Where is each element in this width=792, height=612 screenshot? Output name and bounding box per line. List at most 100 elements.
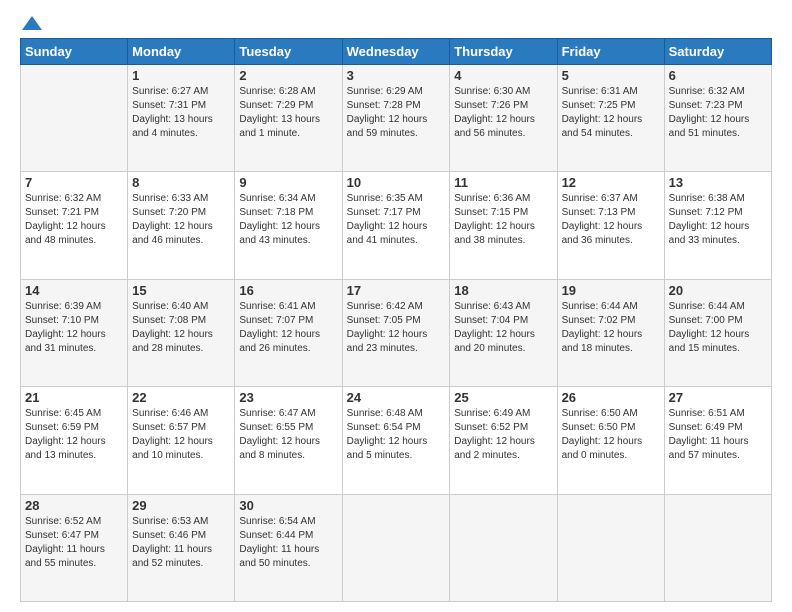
day-number: 14 bbox=[25, 283, 123, 298]
week-row-4: 28Sunrise: 6:52 AMSunset: 6:47 PMDayligh… bbox=[21, 494, 772, 601]
day-number: 5 bbox=[562, 68, 660, 83]
day-number: 6 bbox=[669, 68, 767, 83]
calendar-cell: 17 Sunrise: 6:42 AMSunset: 7:05 PMDayligh… bbox=[342, 279, 450, 386]
calendar-cell: 14 Sunrise: 6:39 AMSunset: 7:10 PMDayligh… bbox=[21, 279, 128, 386]
page: SundayMondayTuesdayWednesdayThursdayFrid… bbox=[0, 0, 792, 612]
calendar-cell: 28Sunrise: 6:52 AMSunset: 6:47 PMDayligh… bbox=[21, 494, 128, 601]
calendar-cell: 4Sunrise: 6:30 AMSunset: 7:26 PMDaylight… bbox=[450, 65, 557, 172]
day-number: 20 bbox=[669, 283, 767, 298]
day-info: Sunrise: 6:44 AMSunset: 7:02 PMDaylight:… bbox=[562, 300, 660, 356]
day-number: 22 bbox=[132, 390, 230, 405]
day-of-week-thursday: Thursday bbox=[450, 39, 557, 65]
week-row-1: 7 Sunrise: 6:32 AMSunset: 7:21 PMDaylight… bbox=[21, 172, 772, 279]
day-number: 25 bbox=[454, 390, 552, 405]
day-of-week-monday: Monday bbox=[128, 39, 235, 65]
week-row-0: 1 Sunrise: 6:27 AMSunset: 7:31 PMDaylight… bbox=[21, 65, 772, 172]
day-info: Sunrise: 6:54 AMSunset: 6:44 PMDaylight:… bbox=[239, 515, 337, 571]
day-of-week-saturday: Saturday bbox=[664, 39, 771, 65]
calendar-cell: 15 Sunrise: 6:40 AMSunset: 7:08 PMDayligh… bbox=[128, 279, 235, 386]
day-number: 16 bbox=[239, 283, 337, 298]
calendar-cell: 26 Sunrise: 6:50 AMSunset: 6:50 PMDayligh… bbox=[557, 387, 664, 494]
day-number: 9 bbox=[239, 175, 337, 190]
day-of-week-tuesday: Tuesday bbox=[235, 39, 342, 65]
calendar-cell: 12Sunrise: 6:37 AMSunset: 7:13 PMDayligh… bbox=[557, 172, 664, 279]
header bbox=[20, 16, 772, 30]
day-info: Sunrise: 6:38 AMSunset: 7:12 PMDaylight:… bbox=[669, 192, 767, 248]
calendar-cell: 22 Sunrise: 6:46 AMSunset: 6:57 PMDayligh… bbox=[128, 387, 235, 494]
logo bbox=[20, 16, 42, 30]
calendar-cell bbox=[21, 65, 128, 172]
day-number: 13 bbox=[669, 175, 767, 190]
day-info: Sunrise: 6:45 AMSunset: 6:59 PMDaylight:… bbox=[25, 407, 123, 463]
day-info: Sunrise: 6:34 AMSunset: 7:18 PMDaylight:… bbox=[239, 192, 337, 248]
day-info: Sunrise: 6:36 AMSunset: 7:15 PMDaylight:… bbox=[454, 192, 552, 248]
calendar-cell: 1 Sunrise: 6:27 AMSunset: 7:31 PMDaylight… bbox=[128, 65, 235, 172]
calendar: SundayMondayTuesdayWednesdayThursdayFrid… bbox=[20, 38, 772, 602]
week-row-2: 14 Sunrise: 6:39 AMSunset: 7:10 PMDayligh… bbox=[21, 279, 772, 386]
calendar-cell: 10 Sunrise: 6:35 AMSunset: 7:17 PMDayligh… bbox=[342, 172, 450, 279]
calendar-cell: 13 Sunrise: 6:38 AMSunset: 7:12 PMDayligh… bbox=[664, 172, 771, 279]
calendar-cell: 19 Sunrise: 6:44 AMSunset: 7:02 PMDayligh… bbox=[557, 279, 664, 386]
day-info: Sunrise: 6:28 AMSunset: 7:29 PMDaylight:… bbox=[239, 85, 337, 141]
calendar-cell: 2 Sunrise: 6:28 AMSunset: 7:29 PMDaylight… bbox=[235, 65, 342, 172]
header-row: SundayMondayTuesdayWednesdayThursdayFrid… bbox=[21, 39, 772, 65]
calendar-cell bbox=[450, 494, 557, 601]
day-info: Sunrise: 6:43 AMSunset: 7:04 PMDaylight:… bbox=[454, 300, 552, 356]
day-number: 11 bbox=[454, 175, 552, 190]
day-number: 1 bbox=[132, 68, 230, 83]
day-number: 8 bbox=[132, 175, 230, 190]
calendar-cell: 20 Sunrise: 6:44 AMSunset: 7:00 PMDayligh… bbox=[664, 279, 771, 386]
day-info: Sunrise: 6:27 AMSunset: 7:31 PMDaylight:… bbox=[132, 85, 230, 141]
day-number: 28 bbox=[25, 498, 123, 513]
day-number: 26 bbox=[562, 390, 660, 405]
day-info: Sunrise: 6:50 AMSunset: 6:50 PMDaylight:… bbox=[562, 407, 660, 463]
day-number: 12 bbox=[562, 175, 660, 190]
day-info: Sunrise: 6:51 AMSunset: 6:49 PMDaylight:… bbox=[669, 407, 767, 463]
logo-icon bbox=[22, 16, 42, 30]
day-of-week-wednesday: Wednesday bbox=[342, 39, 450, 65]
calendar-cell: 8Sunrise: 6:33 AMSunset: 7:20 PMDaylight… bbox=[128, 172, 235, 279]
day-number: 2 bbox=[239, 68, 337, 83]
day-info: Sunrise: 6:39 AMSunset: 7:10 PMDaylight:… bbox=[25, 300, 123, 356]
calendar-cell: 5 Sunrise: 6:31 AMSunset: 7:25 PMDaylight… bbox=[557, 65, 664, 172]
day-number: 24 bbox=[347, 390, 446, 405]
calendar-cell: 24 Sunrise: 6:48 AMSunset: 6:54 PMDayligh… bbox=[342, 387, 450, 494]
day-number: 23 bbox=[239, 390, 337, 405]
day-number: 19 bbox=[562, 283, 660, 298]
day-info: Sunrise: 6:32 AMSunset: 7:21 PMDaylight:… bbox=[25, 192, 123, 248]
day-number: 15 bbox=[132, 283, 230, 298]
day-info: Sunrise: 6:42 AMSunset: 7:05 PMDaylight:… bbox=[347, 300, 446, 356]
day-info: Sunrise: 6:35 AMSunset: 7:17 PMDaylight:… bbox=[347, 192, 446, 248]
day-of-week-friday: Friday bbox=[557, 39, 664, 65]
day-info: Sunrise: 6:48 AMSunset: 6:54 PMDaylight:… bbox=[347, 407, 446, 463]
day-info: Sunrise: 6:53 AMSunset: 6:46 PMDaylight:… bbox=[132, 515, 230, 571]
calendar-cell: 11 Sunrise: 6:36 AMSunset: 7:15 PMDayligh… bbox=[450, 172, 557, 279]
day-info: Sunrise: 6:29 AMSunset: 7:28 PMDaylight:… bbox=[347, 85, 446, 141]
day-number: 27 bbox=[669, 390, 767, 405]
day-number: 17 bbox=[347, 283, 446, 298]
calendar-cell: 27 Sunrise: 6:51 AMSunset: 6:49 PMDayligh… bbox=[664, 387, 771, 494]
day-info: Sunrise: 6:40 AMSunset: 7:08 PMDaylight:… bbox=[132, 300, 230, 356]
day-number: 7 bbox=[25, 175, 123, 190]
calendar-cell: 23 Sunrise: 6:47 AMSunset: 6:55 PMDayligh… bbox=[235, 387, 342, 494]
day-info: Sunrise: 6:32 AMSunset: 7:23 PMDaylight:… bbox=[669, 85, 767, 141]
calendar-cell: 3Sunrise: 6:29 AMSunset: 7:28 PMDaylight… bbox=[342, 65, 450, 172]
day-info: Sunrise: 6:46 AMSunset: 6:57 PMDaylight:… bbox=[132, 407, 230, 463]
calendar-cell: 29 Sunrise: 6:53 AMSunset: 6:46 PMDayligh… bbox=[128, 494, 235, 601]
day-info: Sunrise: 6:44 AMSunset: 7:00 PMDaylight:… bbox=[669, 300, 767, 356]
day-info: Sunrise: 6:47 AMSunset: 6:55 PMDaylight:… bbox=[239, 407, 337, 463]
calendar-cell: 30 Sunrise: 6:54 AMSunset: 6:44 PMDayligh… bbox=[235, 494, 342, 601]
calendar-cell: 9 Sunrise: 6:34 AMSunset: 7:18 PMDaylight… bbox=[235, 172, 342, 279]
day-number: 10 bbox=[347, 175, 446, 190]
day-number: 30 bbox=[239, 498, 337, 513]
calendar-cell: 6 Sunrise: 6:32 AMSunset: 7:23 PMDaylight… bbox=[664, 65, 771, 172]
day-of-week-sunday: Sunday bbox=[21, 39, 128, 65]
calendar-cell: 21Sunrise: 6:45 AMSunset: 6:59 PMDayligh… bbox=[21, 387, 128, 494]
calendar-cell bbox=[664, 494, 771, 601]
calendar-cell: 7 Sunrise: 6:32 AMSunset: 7:21 PMDaylight… bbox=[21, 172, 128, 279]
week-row-3: 21Sunrise: 6:45 AMSunset: 6:59 PMDayligh… bbox=[21, 387, 772, 494]
day-info: Sunrise: 6:49 AMSunset: 6:52 PMDaylight:… bbox=[454, 407, 552, 463]
day-info: Sunrise: 6:31 AMSunset: 7:25 PMDaylight:… bbox=[562, 85, 660, 141]
day-number: 29 bbox=[132, 498, 230, 513]
calendar-cell: 18Sunrise: 6:43 AMSunset: 7:04 PMDayligh… bbox=[450, 279, 557, 386]
